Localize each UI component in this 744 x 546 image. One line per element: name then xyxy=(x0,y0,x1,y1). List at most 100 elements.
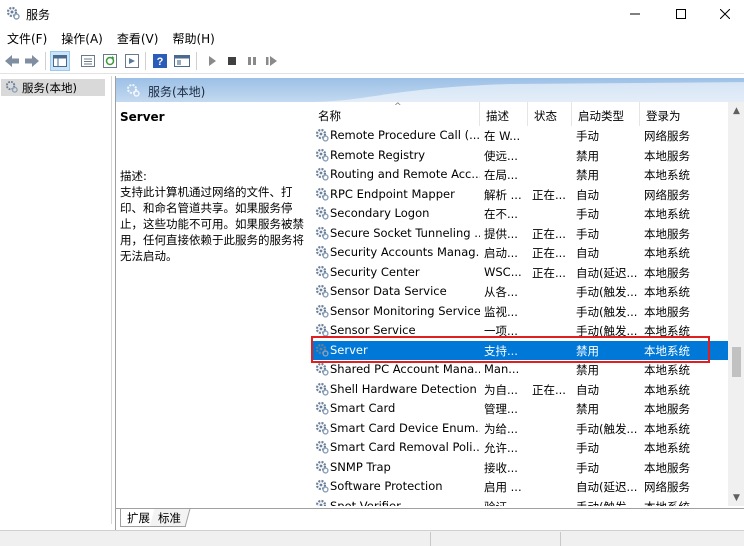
service-log-on-as: 本地系统 xyxy=(644,499,724,507)
column-header-description[interactable]: 描述 xyxy=(480,102,528,126)
service-name: Remote Registry xyxy=(330,147,426,162)
service-row[interactable]: Shared PC Account Mana... Man... 禁用 本地系统 xyxy=(312,360,728,380)
restart-service-icon[interactable] xyxy=(262,51,282,71)
vertical-scrollbar[interactable]: ▲ ▼ xyxy=(728,102,744,506)
console-view-icon[interactable] xyxy=(172,51,192,71)
service-log-on-as: 本地系统 xyxy=(644,285,690,299)
scroll-up-icon[interactable]: ▲ xyxy=(728,102,744,119)
stop-service-icon[interactable] xyxy=(222,51,242,71)
console-tree: 服务(本地) xyxy=(0,76,112,524)
service-gear-icon xyxy=(315,479,329,493)
service-log-on-as: 本地系统 xyxy=(644,441,690,455)
service-log-on-as: 网络服务 xyxy=(644,187,690,202)
service-name: Smart Card Removal Poli... xyxy=(330,440,480,454)
menu-bar: 文件(F) 操作(A) 查看(V) 帮助(H) xyxy=(0,28,744,48)
minimize-button[interactable] xyxy=(612,0,658,28)
properties-icon[interactable] xyxy=(78,51,98,71)
show-console-tree-icon[interactable] xyxy=(50,51,70,71)
back-icon[interactable] xyxy=(2,51,22,71)
tree-item-services-local[interactable]: 服务(本地) xyxy=(1,79,105,96)
service-startup-type: 禁用 xyxy=(576,363,599,377)
service-row[interactable]: Smart Card 管理... 禁用 本地服务 xyxy=(312,399,728,419)
service-name: Routing and Remote Acc... xyxy=(330,167,480,181)
service-row[interactable]: Routing and Remote Acc... 在局... 禁用 本地系统 xyxy=(312,165,728,185)
column-header-name[interactable]: 名称 ^ xyxy=(312,102,480,126)
window-title: 服务 xyxy=(26,8,51,22)
service-row[interactable]: Security Center WSC... 正在... 自动(延迟... 本地服务 xyxy=(312,263,728,283)
service-description: 为给... xyxy=(484,421,518,436)
service-row[interactable]: SNMP Trap 接收... 手动 本地服务 xyxy=(312,458,728,478)
service-row[interactable]: Sensor Data Service 从各... 手动(触发... 本地系统 xyxy=(312,282,728,302)
service-row[interactable]: Shell Hardware Detection 为自... 正在... 自动 本地系统 xyxy=(312,380,728,400)
service-startup-type: 手动(触发... xyxy=(576,285,638,299)
service-row[interactable]: Smart Card Removal Poli... 允许... 手动 本地系统 xyxy=(312,438,728,458)
scroll-down-icon[interactable]: ▼ xyxy=(728,489,744,506)
service-startup-type: 自动(延迟... xyxy=(576,265,638,280)
service-row[interactable]: Spot Verifier 验证... 手动(触发... 本地系统 xyxy=(312,497,728,507)
close-button[interactable] xyxy=(702,0,744,28)
service-log-on-as: 本地系统 xyxy=(644,168,690,182)
service-row[interactable]: Secure Socket Tunneling ... 提供... 正在... 手动 本… xyxy=(312,224,728,244)
service-startup-type: 自动 xyxy=(576,187,599,202)
scrollbar-thumb[interactable] xyxy=(732,347,741,377)
service-gear-icon xyxy=(315,284,329,298)
service-description: 监视... xyxy=(484,304,518,319)
menu-file[interactable]: 文件(F) xyxy=(0,28,54,48)
service-name: Security Center xyxy=(330,264,420,279)
service-startup-type: 手动(触发... xyxy=(576,499,638,507)
service-row[interactable]: RPC Endpoint Mapper 解析 ... 正在... 自动 网络服务 xyxy=(312,185,728,205)
start-service-icon[interactable] xyxy=(202,51,222,71)
services-gear-icon xyxy=(126,83,140,100)
service-status: 正在... xyxy=(532,246,566,260)
service-gear-icon xyxy=(315,343,329,357)
selected-service-name: Server xyxy=(120,110,165,124)
service-row[interactable]: Sensor Monitoring Service 监视... 手动(触发... 本地… xyxy=(312,302,728,322)
service-log-on-as: 本地系统 xyxy=(644,246,690,260)
service-name: Remote Procedure Call (... xyxy=(330,128,480,142)
service-row[interactable]: Smart Card Device Enum... 为给... 手动(触发... 本地… xyxy=(312,419,728,439)
service-row[interactable]: Security Accounts Manag... 启动... 正在... 自动 本地… xyxy=(312,243,728,263)
menu-view[interactable]: 查看(V) xyxy=(110,28,166,48)
column-header-log-on-as[interactable]: 登录为 xyxy=(640,102,728,126)
service-gear-icon xyxy=(315,245,329,259)
tree-item-label: 服务(本地) xyxy=(22,80,77,95)
services-list: 名称 ^ 描述 状态 启动类型 登录为 Remote Procedure Cal… xyxy=(312,102,728,506)
panel-header: 服务(本地) xyxy=(116,78,744,102)
column-header-startup-type[interactable]: 启动类型 xyxy=(572,102,640,126)
service-startup-type: 手动(触发... xyxy=(576,421,638,436)
service-row[interactable]: Software Protection 启用 ... 自动(延迟... 网络服务 xyxy=(312,477,728,497)
service-startup-type: 自动 xyxy=(576,382,599,397)
service-log-on-as: 本地服务 xyxy=(644,265,690,280)
service-startup-type: 自动 xyxy=(576,246,599,260)
services-gear-icon xyxy=(6,6,20,20)
help-icon[interactable]: ? xyxy=(150,51,170,71)
service-row[interactable]: Secondary Logon 在不... 手动 本地系统 xyxy=(312,204,728,224)
service-startup-type: 禁用 xyxy=(576,343,599,358)
service-row[interactable]: Remote Registry 使远... 禁用 本地服务 xyxy=(312,146,728,166)
service-row[interactable]: Sensor Service 一项... 手动(触发... 本地系统 xyxy=(312,321,728,341)
service-gear-icon xyxy=(315,265,329,279)
service-log-on-as: 本地系统 xyxy=(644,363,690,377)
maximize-button[interactable] xyxy=(658,0,704,28)
service-log-on-as: 本地系统 xyxy=(644,207,690,221)
tab-standard[interactable]: 标准 xyxy=(149,509,191,527)
service-status: 正在... xyxy=(532,265,566,280)
service-description: 支持... xyxy=(484,343,518,358)
pause-service-icon[interactable] xyxy=(242,51,262,71)
service-gear-icon xyxy=(315,167,329,181)
service-description: 提供... xyxy=(484,226,518,241)
service-row[interactable]: Remote Procedure Call (... 在 W... 手动 网络服务 xyxy=(312,126,728,146)
export-list-icon[interactable] xyxy=(122,51,142,71)
service-description: 在局... xyxy=(484,168,518,182)
menu-action[interactable]: 操作(A) xyxy=(54,28,110,48)
service-gear-icon xyxy=(315,362,329,376)
service-description: 从各... xyxy=(484,285,518,299)
refresh-icon[interactable] xyxy=(100,51,120,71)
forward-icon[interactable] xyxy=(22,51,42,71)
column-header-status[interactable]: 状态 xyxy=(528,102,572,126)
service-row[interactable]: Server 支持... 禁用 本地系统 xyxy=(312,340,728,360)
menu-help[interactable]: 帮助(H) xyxy=(165,28,221,48)
service-gear-icon xyxy=(315,460,329,474)
service-name: Sensor Monitoring Service xyxy=(330,303,480,318)
service-log-on-as: 本地服务 xyxy=(644,402,690,416)
